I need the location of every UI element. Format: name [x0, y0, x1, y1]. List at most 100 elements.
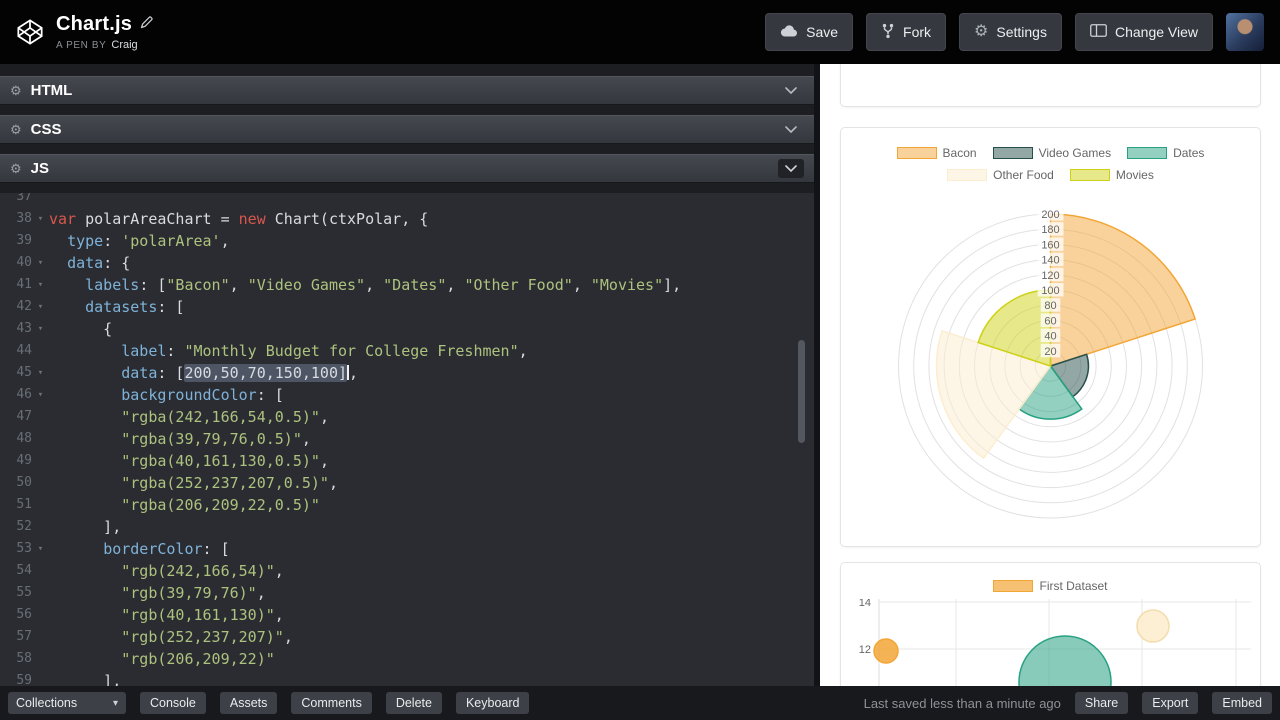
footer-button-keyboard[interactable]: Keyboard: [455, 692, 530, 714]
fold-arrow-icon[interactable]: ▾: [32, 252, 49, 274]
code-line[interactable]: 47 "rgba(242,166,54,0.5)",: [0, 406, 814, 428]
fold-arrow-icon[interactable]: ▾: [32, 274, 49, 296]
code-line[interactable]: 50 "rgba(252,237,207,0.5)",: [0, 472, 814, 494]
polar-sector-bacon[interactable]: [1049, 213, 1197, 368]
bubble-point-1[interactable]: [1136, 609, 1170, 643]
line-number: 50: [16, 475, 32, 490]
code-line[interactable]: 52 ],: [0, 516, 814, 538]
code-line[interactable]: 46 ▾ backgroundColor: [: [0, 384, 814, 406]
code-line[interactable]: 49 "rgba(40,161,130,0.5)",: [0, 450, 814, 472]
collections-dropdown[interactable]: Collections ▾: [8, 692, 126, 714]
legend-item[interactable]: Dates: [1127, 146, 1204, 160]
chart-card-partial: [840, 64, 1261, 107]
code-line[interactable]: 44 label: "Monthly Budget for College Fr…: [0, 340, 814, 362]
footer-bar: Collections ▾ Console Assets Comments Delet…: [0, 686, 1280, 720]
legend-label: Video Games: [1038, 146, 1112, 160]
panel-header-html[interactable]: ⚙ HTML: [0, 76, 814, 105]
bubble-point-2[interactable]: [1018, 635, 1112, 686]
fold-arrow-icon[interactable]: ▾: [32, 296, 49, 318]
code-line[interactable]: 42 ▾ datasets: [: [0, 296, 814, 318]
line-number: 55: [16, 585, 32, 600]
fold-arrow-icon[interactable]: ▾: [32, 384, 49, 406]
bubble-y-labels: 14 12: [859, 599, 871, 656]
js-code-editor[interactable]: 37 38 ▾ var polarAreaChart = new Chart(ctxP…: [0, 193, 814, 686]
author-link[interactable]: Craig: [111, 39, 137, 51]
code-line[interactable]: 40 ▾ data: {: [0, 252, 814, 274]
gear-icon[interactable]: ⚙: [10, 162, 22, 175]
codepen-logo-icon[interactable]: [16, 18, 44, 46]
chevron-down-icon[interactable]: [778, 81, 804, 100]
footer-right: Last saved less than a minute ago Share E…: [864, 692, 1272, 714]
code-line[interactable]: 53 ▾ borderColor: [: [0, 538, 814, 560]
code-line[interactable]: 39 type: 'polarArea',: [0, 230, 814, 252]
change-view-button[interactable]: Change View: [1074, 13, 1213, 51]
code-text: "rgba(40,161,130,0.5)",: [121, 452, 329, 470]
line-number: 51: [16, 497, 32, 512]
legend-item[interactable]: First Dataset: [993, 579, 1108, 593]
bubble-points: [873, 609, 1170, 686]
code-text: label: "Monthly Budget for College Fresh…: [121, 342, 528, 360]
code-line[interactable]: 45 ▾ data: [200,50,70,150,100],: [0, 362, 814, 384]
save-button[interactable]: Save: [765, 13, 854, 51]
fold-arrow-icon[interactable]: ▾: [32, 208, 49, 230]
code-line[interactable]: 57 "rgb(252,237,207)",: [0, 626, 814, 648]
code-text: borderColor: [: [103, 540, 230, 558]
code-line[interactable]: 38 ▾ var polarAreaChart = new Chart(ctxPol…: [0, 208, 814, 230]
brand: Chart.js A PEN BY Craig: [16, 13, 153, 51]
svg-text:120: 120: [1041, 270, 1059, 282]
legend-label: Dates: [1173, 146, 1205, 160]
byline: A PEN BY Craig: [56, 39, 153, 51]
polar-chart[interactable]: 20 40 60 80 100 120 140 160 180 200: [841, 174, 1260, 546]
code-line[interactable]: 54 "rgb(242,166,54)",: [0, 560, 814, 582]
code-line[interactable]: 59 ],: [0, 670, 814, 686]
footer-button-delete[interactable]: Delete: [385, 692, 442, 714]
gear-icon[interactable]: ⚙: [10, 123, 22, 136]
code-line[interactable]: 56 "rgb(40,161,130)",: [0, 604, 814, 626]
settings-button[interactable]: ⚙ Settings: [959, 13, 1062, 51]
bubble-chart[interactable]: 14 12: [841, 599, 1260, 686]
panel-header-js[interactable]: ⚙ JS: [0, 154, 814, 183]
bubble-point-0[interactable]: [873, 638, 899, 664]
code-line[interactable]: 37: [0, 193, 814, 208]
avatar[interactable]: [1226, 13, 1264, 51]
code-text: "rgba(252,237,207,0.5)",: [121, 474, 338, 492]
code-lines: 37 38 ▾ var polarAreaChart = new Chart(ctxP…: [0, 193, 814, 686]
panel-label-js: JS: [30, 160, 50, 177]
footer-button-export[interactable]: Export: [1142, 692, 1199, 714]
panel-header-css[interactable]: ⚙ CSS: [0, 115, 814, 144]
footer-button-console[interactable]: Console: [140, 692, 206, 714]
chevron-down-icon[interactable]: [778, 159, 804, 178]
chevron-down-icon[interactable]: [778, 120, 804, 139]
editor-scrollbar[interactable]: [798, 340, 805, 443]
footer-button-share[interactable]: Share: [1074, 692, 1129, 714]
fold-arrow-icon[interactable]: ▾: [32, 318, 49, 340]
svg-text:14: 14: [859, 599, 871, 609]
footer-button-embed[interactable]: Embed: [1212, 692, 1272, 714]
fold-arrow-icon[interactable]: ▾: [32, 538, 49, 560]
line-number: 48: [16, 431, 32, 446]
app-header: Chart.js A PEN BY Craig Save Fork ⚙ Sett…: [0, 0, 1280, 64]
code-line[interactable]: 58 "rgb(206,209,22)": [0, 648, 814, 670]
line-number: 47: [16, 409, 32, 424]
polar-chart-card: Bacon Video Games Dates Other Food Movies 20…: [840, 127, 1261, 547]
code-line[interactable]: 51 "rgba(206,209,22,0.5)": [0, 494, 814, 516]
legend-item[interactable]: Video Games: [992, 146, 1112, 160]
code-line[interactable]: 48 "rgba(39,79,76,0.5)",: [0, 428, 814, 450]
code-line[interactable]: 55 "rgb(39,79,76)",: [0, 582, 814, 604]
gear-icon[interactable]: ⚙: [10, 84, 22, 97]
legend-item[interactable]: Bacon: [896, 146, 977, 160]
code-line[interactable]: 43 ▾ {: [0, 318, 814, 340]
edit-pencil-icon[interactable]: [140, 15, 153, 34]
code-line[interactable]: 41 ▾ labels: ["Bacon", "Video Games", "Da…: [0, 274, 814, 296]
footer-button-comments[interactable]: Comments: [291, 692, 372, 714]
save-button-label: Save: [806, 24, 839, 40]
fork-button[interactable]: Fork: [866, 13, 947, 51]
footer-button-assets[interactable]: Assets: [219, 692, 278, 714]
polar-sectors: [935, 213, 1197, 460]
fold-arrow-icon[interactable]: ▾: [32, 362, 49, 384]
